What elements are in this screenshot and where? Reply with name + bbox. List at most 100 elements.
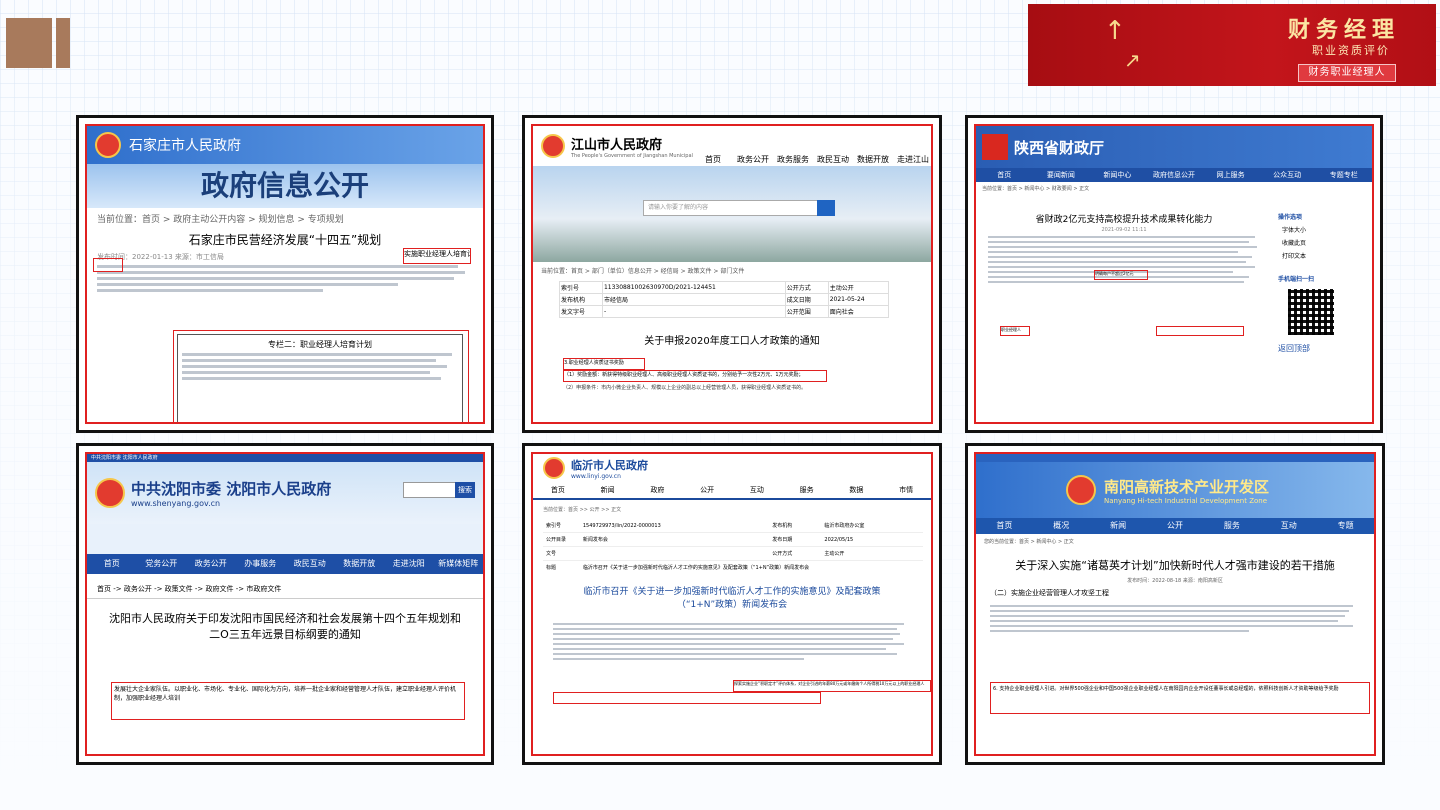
- nav-item[interactable]: 新闻中心: [1089, 168, 1146, 182]
- nav-item[interactable]: 数据开放: [335, 554, 385, 574]
- card-content: 石家庄市人民政府 政府信息公开 当前位置：首页 > 政府主动公开内容 > 规划信…: [85, 124, 485, 424]
- nav-item[interactable]: 政府信息公开: [1146, 168, 1203, 182]
- breadcrumb: 当前位置：首页 >> 公开 >> 正文: [543, 507, 622, 513]
- site-header: 石家庄市人民政府: [87, 126, 483, 164]
- page-headline: 政府信息公开: [87, 164, 483, 208]
- section-heading: （二）实施企业经营管理人才攻坚工程: [990, 589, 1109, 597]
- highlight-box: [173, 330, 469, 422]
- side-item[interactable]: 字体大小: [1282, 225, 1370, 234]
- nav-item[interactable]: 政民互动: [813, 154, 853, 165]
- nav-item[interactable]: 概况: [1033, 518, 1090, 534]
- nav-item[interactable]: 走进江山: [893, 154, 931, 165]
- nav-item[interactable]: 政务服务: [773, 154, 813, 165]
- nav-item[interactable]: 服务: [1203, 518, 1260, 534]
- doc-title: 省财政2亿元支持高校提升技术成果转化能力: [1035, 215, 1213, 225]
- highlight-box: [553, 692, 821, 704]
- decor-block-large: [6, 18, 52, 68]
- decor-block-small: [56, 18, 70, 68]
- nav-item[interactable]: 市情: [881, 482, 931, 498]
- nav-item[interactable]: 专题专栏: [1315, 168, 1372, 182]
- main-nav: 首页 概况 新闻 公开 服务 互动 专题: [976, 518, 1374, 534]
- nav-item[interactable]: 新媒体矩阵: [434, 554, 484, 574]
- highlight-box: 3.职业经理人资质证书奖励: [563, 358, 645, 370]
- site-name: 石家庄市人民政府: [129, 138, 241, 154]
- logo-icon: [982, 134, 1008, 160]
- nav-item[interactable]: 首页: [533, 482, 583, 498]
- nav-item[interactable]: 首页: [976, 168, 1033, 182]
- nav-item[interactable]: 互动: [732, 482, 782, 498]
- site-name-en: Nanyang Hi-tech Industrial Development Z…: [1104, 496, 1268, 505]
- site-header: 临沂市人民政府 www.linyi.gov.cn: [533, 454, 931, 482]
- site-name: 陕西省财政厅: [1014, 138, 1105, 157]
- side-label: 手机端扫一扫: [1278, 276, 1315, 283]
- card-content: 江山市人民政府 The People's Government of Jiang…: [531, 124, 933, 424]
- emblem-icon: [543, 457, 565, 479]
- nav-item[interactable]: 首页: [693, 154, 733, 165]
- doc-title: 关于申报2020年度工口人才政策的通知: [644, 336, 820, 347]
- hero-image: 请输入你要了解的内容: [533, 166, 931, 262]
- highlight-box: [1156, 326, 1244, 336]
- highlight-box: 发展壮大企业家队伍。以职业化、市场化、专业化、国际化为方向，培养一批企业家和经营…: [111, 682, 465, 720]
- site-name: 中共沈阳市委 沈阳市人民政府: [131, 480, 332, 498]
- main-nav: 首页 党务公开 政务公开 办事服务 政民互动 数据开放 走进沈阳 新媒体矩阵: [87, 554, 483, 574]
- nav-item[interactable]: 网上服务: [1202, 168, 1259, 182]
- screenshot-card-linyi: 临沂市人民政府 www.linyi.gov.cn 首页 新闻 政府 公开 互动 …: [522, 443, 942, 765]
- nav-item[interactable]: 专题: [1317, 518, 1374, 534]
- emblem-icon: [1066, 475, 1096, 505]
- bird-icon: ↗: [1124, 48, 1141, 72]
- nav-item[interactable]: 办事服务: [236, 554, 286, 574]
- info-table: 索引号 11330881002630970D/2021-124451 公开方式 主动公…: [559, 281, 890, 318]
- breadcrumb: 当前位置：首页 > 新闻中心 > 财政要闻 > 正文: [982, 186, 1090, 192]
- nav-item[interactable]: 公开: [1147, 518, 1204, 534]
- top-bar: 中共沈阳市委 沈阳市人民政府: [87, 454, 483, 462]
- nav-item[interactable]: 首页: [87, 554, 137, 574]
- breadcrumb: 您的当前位置：首页 > 新闻中心 > 正文: [984, 539, 1074, 545]
- doc-title: 临沂市召开《关于进一步加强新时代临沂人才工作的实施意见》及配套政策: [583, 587, 881, 597]
- nav-item[interactable]: 党务公开: [137, 554, 187, 574]
- nav-item[interactable]: 政府: [633, 482, 683, 498]
- highlight-box: 6. 支持企业职业经理人引进。对世界500强企业和中国500强企业职业经理人在南…: [990, 682, 1370, 714]
- site-name-en: The People's Government of Jiangshan Mun…: [571, 152, 693, 159]
- qr-code-icon: [1288, 289, 1334, 335]
- side-item[interactable]: 收藏此页: [1282, 238, 1370, 247]
- back-to-top-link[interactable]: 返回顶部: [1278, 343, 1370, 354]
- nav-item[interactable]: 政务公开: [186, 554, 236, 574]
- site-header: 中共沈阳市委 沈阳市人民政府 www.shenyang.gov.cn 搜索: [87, 462, 483, 524]
- bird-icon: ↑: [1104, 16, 1126, 46]
- nav-item[interactable]: 数据: [832, 482, 882, 498]
- site-name: 南阳高新技术产业开发区: [1104, 477, 1270, 496]
- doc-title: 沈阳市人民政府关于印发沈阳市国民经济和社会发展第十四个五年规划和二O三五年远景目…: [109, 612, 461, 641]
- nav-item[interactable]: 数据开放: [853, 154, 893, 165]
- search-input[interactable]: 请输入你要了解的内容: [643, 200, 819, 216]
- nav-item[interactable]: 政民互动: [285, 554, 335, 574]
- nav-item[interactable]: 服务: [782, 482, 832, 498]
- highlight-box: 职业经理人: [1000, 326, 1030, 336]
- title-banner: ↑ ↗ 财务经理 职业资质评价 财务职业经理人: [1028, 4, 1436, 86]
- search-button[interactable]: [817, 200, 835, 216]
- banner-subtitle: 职业资质评价: [1312, 44, 1390, 57]
- breadcrumb: 首页 -> 政务公开 -> 政策文件 -> 政府文件 -> 市政府文件: [87, 574, 483, 599]
- main-nav: 首页 要闻新闻 新闻中心 政府信息公开 网上服务 公众互动 专题专栏: [976, 168, 1372, 182]
- search-button[interactable]: 搜索: [455, 482, 475, 498]
- nav-item[interactable]: 公开: [682, 482, 732, 498]
- site-url: www.linyi.gov.cn: [571, 472, 621, 480]
- emblem-icon: [541, 134, 565, 158]
- nav-item[interactable]: 新闻: [583, 482, 633, 498]
- highlight-box: [93, 258, 123, 272]
- doc-meta: 发布时间：2022-08-18 来源：南阳高新区: [1127, 578, 1223, 584]
- banner-title: 财务经理: [1287, 17, 1400, 43]
- nav-item[interactable]: 政务公开: [733, 154, 773, 165]
- screenshot-card-jiangshan: 江山市人民政府 The People's Government of Jiang…: [522, 115, 942, 433]
- doc-meta: 2021-09-02 11:11: [1101, 227, 1147, 233]
- nav-item[interactable]: 公众互动: [1259, 168, 1316, 182]
- breadcrumb: 当前位置：首页 > 部门（单位）信息公开 > 经信局 > 政策文件 > 部门文件: [541, 268, 745, 275]
- nav-item[interactable]: 新闻: [1090, 518, 1147, 534]
- screenshot-card-shijiazhuang: 石家庄市人民政府 政府信息公开 当前位置：首页 > 政府主动公开内容 > 规划信…: [76, 115, 494, 433]
- nav-item[interactable]: 要闻新闻: [1033, 168, 1090, 182]
- nav-item[interactable]: 互动: [1260, 518, 1317, 534]
- nav-item[interactable]: 首页: [976, 518, 1033, 534]
- highlight-box: 实施职业经理人培育计划: [403, 248, 471, 264]
- site-header: 南阳高新技术产业开发区 Nanyang Hi-tech Industrial D…: [976, 462, 1374, 518]
- nav-item[interactable]: 走进沈阳: [384, 554, 434, 574]
- side-item[interactable]: 打印文本: [1282, 251, 1370, 260]
